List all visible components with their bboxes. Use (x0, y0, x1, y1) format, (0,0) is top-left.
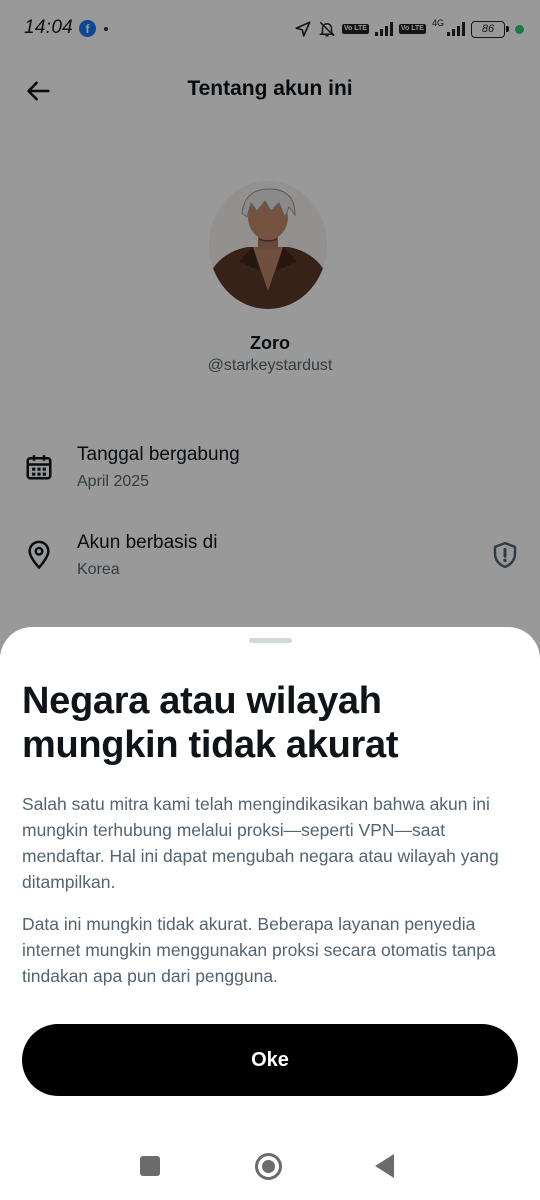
about-account-page: 14:04 f Vo LTE Vo LTE 4G 86 Tentang akun… (0, 0, 540, 1200)
home-button[interactable] (255, 1153, 282, 1180)
recent-apps-button[interactable] (140, 1156, 160, 1176)
system-back-button[interactable] (375, 1154, 394, 1178)
sheet-drag-handle[interactable] (249, 638, 292, 643)
bottom-sheet: Negara atau wilayah mungkin tidak akurat… (0, 627, 540, 1200)
ok-button[interactable]: Oke (22, 1024, 518, 1096)
sheet-paragraph-1: Salah satu mitra kami telah mengindikasi… (22, 794, 499, 892)
sheet-paragraph-2: Data ini mungkin tidak akurat. Beberapa … (22, 914, 496, 986)
sheet-title: Negara atau wilayah mungkin tidak akurat (22, 680, 399, 766)
